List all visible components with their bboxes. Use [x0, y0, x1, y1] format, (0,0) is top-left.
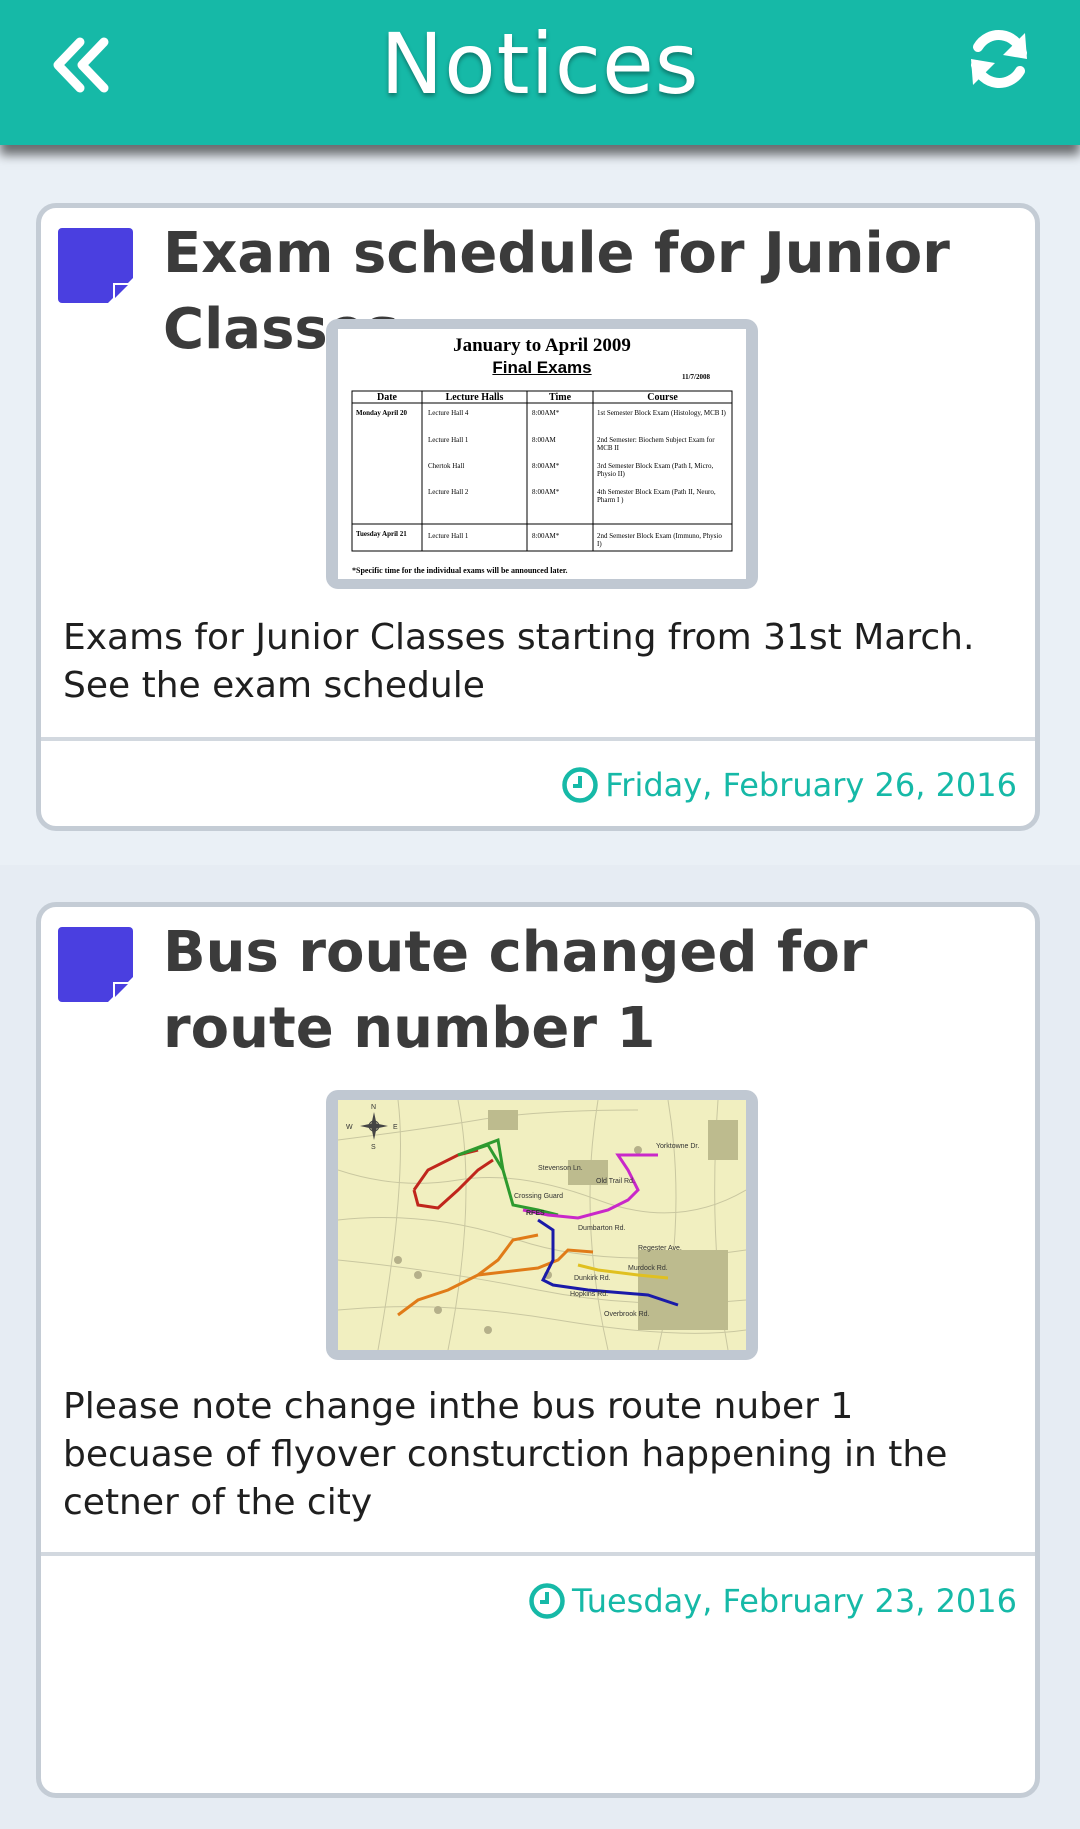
map-street-label: Yorktowne Dr.	[656, 1143, 699, 1150]
exam-schedule-sheet: January to April 2009 Final Exams 11/7/2…	[338, 329, 746, 579]
col-header-halls: Lecture Halls	[445, 392, 504, 403]
cell-time: 8:00AM*	[532, 488, 560, 496]
map-street-label: Dunkirk Rd.	[574, 1275, 611, 1282]
cell-course: 2nd Semester: Biochem Subject Exam for M…	[597, 436, 715, 452]
map-street-label: Old Trail Rd.	[596, 1178, 635, 1185]
cell-time: 8:00AM	[532, 436, 556, 444]
card-divider	[41, 737, 1035, 741]
cell-hall: Lecture Hall 1	[428, 532, 469, 540]
col-header-date: Date	[377, 392, 397, 403]
map-school-label: RFES	[526, 1210, 545, 1217]
app-bar: Notices	[0, 0, 1080, 145]
col-header-course: Course	[647, 392, 678, 403]
cell-course: 1st Semester Block Exam (Histology, MCB …	[597, 409, 726, 417]
cell-time: 8:00AM*	[532, 462, 560, 470]
cell-time: 8:00AM*	[532, 532, 560, 540]
notice-card[interactable]: Bus route changed for route number 1 N E…	[36, 902, 1040, 1798]
map-street-label: Overbrook Rd.	[604, 1311, 650, 1318]
map-street-label: Dumbarton Rd.	[578, 1225, 626, 1232]
cell-course: 3rd Semester Block Exam (Path I, Micro, …	[597, 462, 714, 478]
refresh-icon	[971, 30, 1027, 88]
bus-route-map: N E S W Stevenson Ln. Old Trail Rd. York…	[338, 1100, 746, 1350]
page-title: Notices	[380, 15, 700, 113]
clock-icon	[562, 767, 598, 803]
cell-course: 2nd Semester Block Exam (Immuno, Physio …	[597, 532, 722, 548]
card-divider	[41, 1552, 1035, 1556]
cell-time: 8:00AM*	[532, 409, 560, 417]
sheet-footnote: *Specific time for the individual exams …	[352, 566, 568, 575]
map-street-label: Regester Ave.	[638, 1245, 682, 1252]
notice-body: Exams for Junior Classes starting from 3…	[63, 617, 975, 706]
refresh-button[interactable]	[954, 14, 1044, 104]
cell-hall: Lecture Hall 2	[428, 488, 469, 496]
sticky-note-icon	[58, 927, 133, 1002]
notice-card[interactable]: Exam schedule for Junior Classes January…	[36, 203, 1040, 831]
cell-hall: Chertok Hall	[428, 462, 465, 470]
compass-n: N	[371, 1104, 376, 1111]
map-legend-label: Crossing Guard	[514, 1193, 563, 1200]
cell-hall: Lecture Hall 4	[428, 409, 469, 417]
notice-image[interactable]: N E S W Stevenson Ln. Old Trail Rd. York…	[326, 1090, 758, 1360]
cell-course: 4th Semester Block Exam (Path II, Neuro,…	[597, 488, 716, 504]
map-street-label: Stevenson Ln.	[538, 1165, 583, 1172]
notice-date: Friday, February 26, 2016	[561, 763, 1017, 807]
compass-s: S	[371, 1144, 376, 1151]
notice-date: Tuesday, February 23, 2016	[528, 1579, 1017, 1623]
cell-hall: Lecture Hall 1	[428, 436, 469, 444]
sticky-note-icon	[58, 228, 133, 303]
notice-image[interactable]: January to April 2009 Final Exams 11/7/2…	[326, 319, 758, 589]
clock-icon	[529, 1583, 565, 1619]
compass-w: W	[346, 1124, 353, 1131]
notice-title: Bus route changed for route number 1	[163, 920, 868, 1061]
notice-body: Please note change inthe bus route nuber…	[63, 1386, 948, 1523]
notice-date-text: Tuesday, February 23, 2016	[572, 1582, 1017, 1620]
cell-date: Tuesday April 21	[356, 530, 407, 538]
map-street-label: Murdock Rd.	[628, 1265, 668, 1272]
notice-date-text: Friday, February 26, 2016	[605, 766, 1017, 804]
compass-e: E	[393, 1124, 398, 1131]
cell-date: Monday April 20	[356, 409, 407, 417]
col-header-time: Time	[548, 392, 572, 403]
notice-section: Exam schedule for Junior Classes January…	[0, 145, 1080, 865]
map-street-label: Hopkins Rd.	[570, 1291, 608, 1298]
